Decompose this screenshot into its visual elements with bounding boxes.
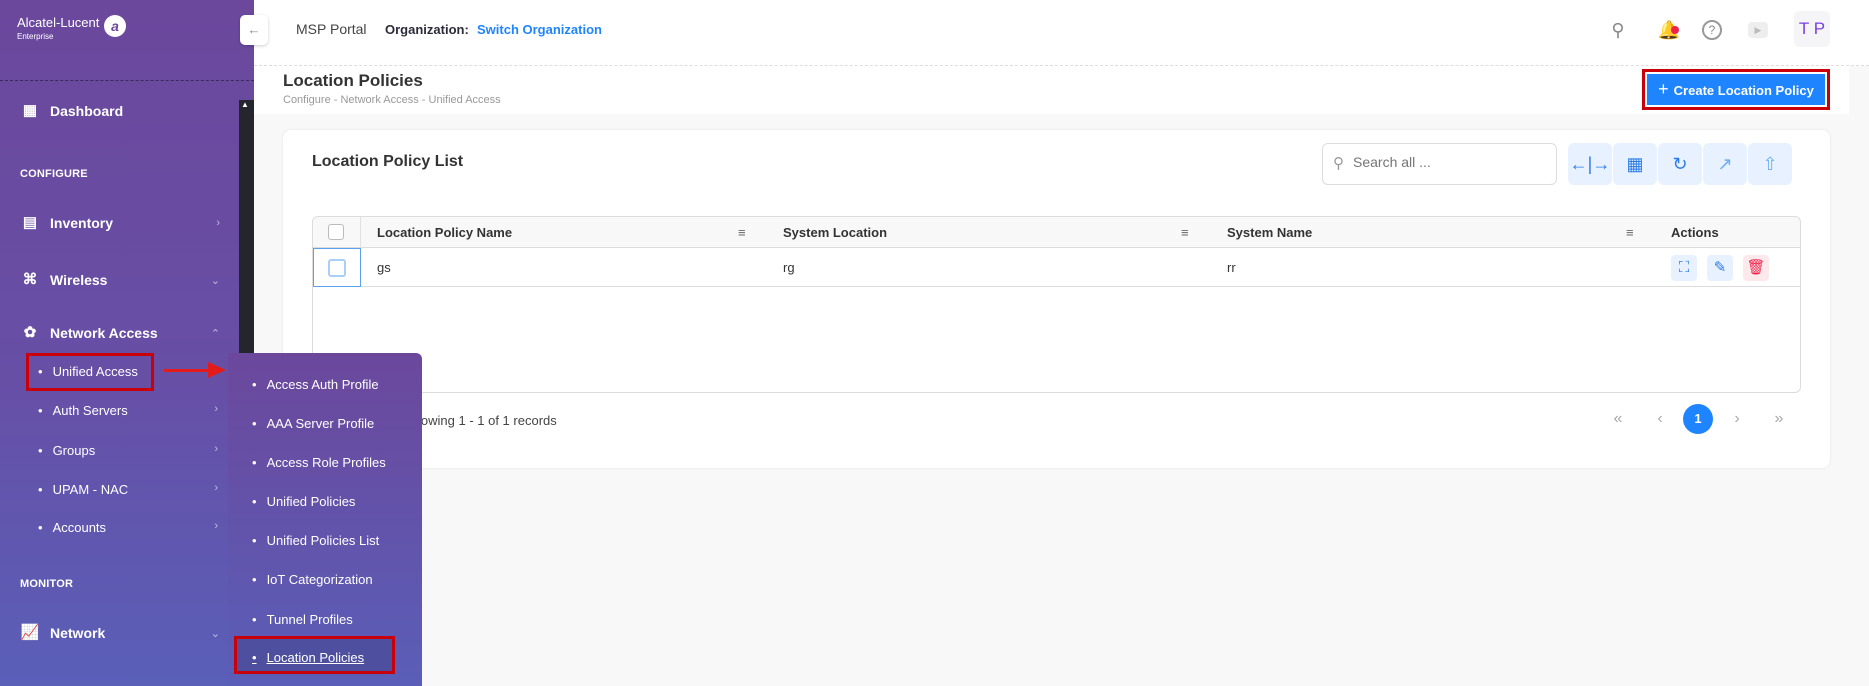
submenu-item-unified-policies[interactable]: • Unified Policies: [252, 494, 355, 509]
unified-access-submenu: • Access Auth Profile • AAA Server Profile…: [228, 353, 422, 686]
cell-name: gs: [377, 260, 391, 275]
sidebar-item-inventory[interactable]: ▤ Inventory ›: [20, 213, 220, 233]
submenu-item-access-auth-profile[interactable]: • Access Auth Profile: [252, 377, 379, 392]
search-field[interactable]: [1353, 154, 1543, 170]
help-icon[interactable]: ?: [1702, 20, 1722, 40]
cell-system-name: rr: [1227, 260, 1236, 275]
bell-icon[interactable]: 🔔: [1657, 18, 1681, 42]
column-header-system-name[interactable]: System Name: [1227, 217, 1312, 248]
switch-organization-link[interactable]: Switch Organization: [477, 22, 602, 37]
plus-icon: +: [1658, 79, 1674, 99]
brand-logo-icon: a: [104, 15, 126, 37]
page-header: Location Policies Configure - Network Ac…: [254, 66, 1849, 114]
view-icon[interactable]: ⛶: [1671, 255, 1697, 281]
chevron-down-icon: ⌄: [210, 627, 220, 640]
chevron-down-icon: ⌄: [210, 274, 220, 287]
collapse-sidebar-button[interactable]: ←: [240, 15, 268, 45]
row-checkbox[interactable]: [328, 259, 346, 277]
wifi-icon: ⌘: [22, 271, 38, 288]
first-page-icon[interactable]: «: [1603, 404, 1633, 434]
scroll-up-icon[interactable]: ▲: [241, 100, 249, 109]
sidebar-item-accounts[interactable]: • Accounts ›: [38, 520, 218, 535]
chevron-up-icon: ⌃: [210, 327, 220, 340]
submenu-item-location-policies[interactable]: • Location Policies: [252, 650, 364, 665]
network-access-icon: ✿: [23, 324, 37, 341]
section-monitor: MONITOR: [20, 578, 74, 590]
breadcrumb-unified-access[interactable]: Unified Access: [429, 94, 501, 106]
edit-icon[interactable]: ✎: [1707, 255, 1733, 281]
sidebar-item-auth-servers[interactable]: • Auth Servers ›: [38, 403, 218, 418]
cell-location: rg: [783, 260, 795, 275]
search-icon: ⚲: [1333, 155, 1344, 172]
submenu-item-unified-policies-list[interactable]: • Unified Policies List: [252, 533, 379, 548]
page-1-button[interactable]: 1: [1683, 404, 1713, 434]
sidebar-item-dashboard[interactable]: ▦ Dashboard: [20, 101, 220, 121]
search-icon[interactable]: ⚲: [1606, 18, 1630, 42]
next-page-icon[interactable]: ›: [1722, 404, 1752, 434]
create-location-policy-button[interactable]: + Create Location Policy: [1647, 74, 1825, 105]
last-page-icon[interactable]: »: [1764, 404, 1794, 434]
export-icon[interactable]: ↗: [1703, 143, 1747, 185]
submenu-item-tunnel-profiles[interactable]: • Tunnel Profiles: [252, 612, 353, 627]
search-input[interactable]: ⚲: [1322, 143, 1557, 185]
prev-page-icon[interactable]: ‹: [1645, 404, 1675, 434]
organization-label: Organization:: [385, 22, 469, 37]
brand-logo: Alcatel-Lucent Enterprise: [17, 15, 100, 41]
submenu-item-iot-categorization[interactable]: • IoT Categorization: [252, 572, 373, 587]
video-icon[interactable]: ▶: [1748, 22, 1768, 38]
pagination-summary: Showing 1 - 1 of 1 records: [405, 413, 557, 428]
section-configure: CONFIGURE: [20, 168, 88, 180]
delete-icon[interactable]: 🗑: [1743, 255, 1769, 281]
submenu-item-access-role-profiles[interactable]: • Access Role Profiles: [252, 455, 386, 470]
sidebar-item-network[interactable]: 📈 Network ⌄: [20, 623, 220, 643]
refresh-icon[interactable]: ↻: [1658, 143, 1702, 185]
upload-icon[interactable]: ⇧: [1748, 143, 1792, 185]
page-title: Location Policies: [283, 71, 423, 90]
sidebar-item-groups[interactable]: • Groups ›: [38, 443, 218, 458]
sidebar-item-upam-nac[interactable]: • UPAM - NAC ›: [38, 482, 218, 497]
portal-label: MSP Portal: [296, 21, 367, 37]
location-policy-table: Location Policy Name ≡ System Location ≡…: [312, 216, 1801, 393]
sidebar-item-wireless[interactable]: ⌘ Wireless ⌄: [20, 270, 221, 290]
inventory-icon: ▤: [22, 214, 38, 231]
sidebar-item-network-access[interactable]: ✿ Network Access ⌃: [20, 323, 220, 343]
chevron-right-icon: ›: [216, 217, 220, 229]
breadcrumb-network-access[interactable]: Network Access: [340, 94, 418, 106]
column-header-name[interactable]: Location Policy Name: [377, 217, 512, 248]
submenu-item-aaa-server-profile[interactable]: • AAA Server Profile: [252, 416, 374, 431]
column-menu-icon[interactable]: ≡: [1181, 217, 1189, 248]
breadcrumb-configure[interactable]: Configure: [283, 94, 331, 106]
column-header-location[interactable]: System Location: [783, 217, 887, 248]
dashboard-icon: ▦: [22, 102, 38, 119]
table-row[interactable]: [313, 248, 1800, 287]
resize-columns-icon[interactable]: ←|→: [1568, 143, 1612, 185]
card-title: Location Policy List: [312, 153, 464, 170]
columns-icon[interactable]: ▦: [1613, 143, 1657, 185]
column-menu-icon[interactable]: ≡: [1626, 217, 1634, 248]
avatar[interactable]: T P: [1794, 11, 1830, 47]
annotation-arrow-head: [208, 362, 226, 378]
column-header-actions: Actions: [1671, 225, 1719, 240]
select-all-checkbox[interactable]: [328, 224, 344, 240]
table-header: [313, 217, 1800, 248]
chart-icon: 📈: [20, 624, 40, 641]
breadcrumb: Configure - Network Access - Unified Acc…: [283, 94, 501, 106]
sidebar: Alcatel-Lucent Enterprise a ▲ ▦ Dashboard …: [0, 0, 254, 686]
column-menu-icon[interactable]: ≡: [738, 217, 746, 248]
top-bar: MSP Portal Organization: Switch Organiza…: [254, 0, 1869, 66]
